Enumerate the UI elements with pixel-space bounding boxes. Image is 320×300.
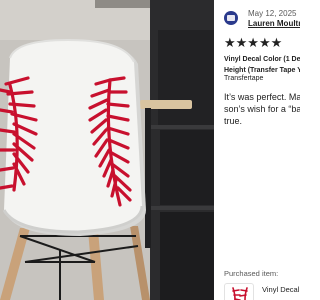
star-rating: ★★★★★: [224, 35, 283, 50]
variation-details: Vinyl Decal Color (1 Dec Height (Transfe…: [224, 54, 300, 76]
reviewer-header: May 12, 2025 Lauren Moultrie: [224, 8, 300, 30]
review-text-line: son’s wish for a “ba: [224, 104, 300, 114]
baseball-stitch-thumbnail-icon: [232, 287, 248, 300]
variation-line-1: Vinyl Decal Color (1 Dec: [224, 56, 300, 63]
variation-transfer: Transfertape: [224, 75, 264, 82]
right-stitch-decal: [88, 76, 132, 207]
review-photo[interactable]: [0, 0, 214, 300]
purchased-item-thumbnail[interactable]: [224, 283, 254, 300]
review-text: It’s was perfect. Ma son’s wish for a “b…: [224, 91, 300, 127]
review-panel: May 12, 2025 Lauren Moultrie ★★★★★ Vinyl…: [214, 0, 300, 300]
review-text-line: It’s was perfect. Ma: [224, 92, 300, 102]
review-date: May 12, 2025: [248, 9, 297, 18]
purchased-item-title-link[interactable]: Vinyl Decal: [262, 285, 299, 294]
user-avatar-icon[interactable]: [224, 11, 238, 25]
reviewer-name-link[interactable]: Lauren Moultrie: [248, 19, 300, 28]
review-text-line: true.: [224, 116, 243, 126]
purchased-item-label: Purchased item:: [224, 269, 279, 278]
